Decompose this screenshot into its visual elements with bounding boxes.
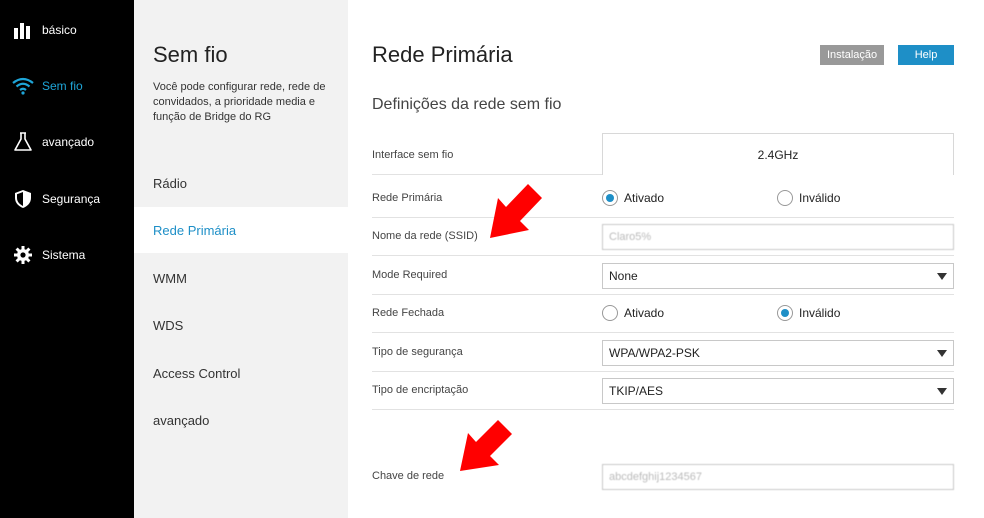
nav-item-sistema[interactable]: Sistema: [12, 243, 85, 267]
annotation-arrow-icon: [490, 184, 542, 238]
nav-item-label: avançado: [42, 135, 95, 149]
primary-network-row: Rede Primária Ativado Inválido: [372, 180, 954, 218]
gear-icon: [12, 244, 34, 266]
main-content: Rede Primária Instalação Help Definições…: [348, 0, 984, 518]
section-title: Definições da rede sem fio: [372, 96, 562, 113]
subnav-item-label: WMM: [153, 270, 187, 286]
annotation-arrow-icon: [460, 420, 512, 471]
chevron-down-icon: [937, 387, 947, 395]
subnav-item-access-control[interactable]: Access Control: [134, 350, 348, 396]
radio-unselected[interactable]: [777, 190, 793, 206]
page-title: Rede Primária: [372, 42, 513, 67]
sub-nav: Sem fio Você pode configurar rede, rede …: [134, 0, 348, 518]
nav-item-label: básico: [42, 23, 77, 37]
subnav-item-wmm[interactable]: WMM: [134, 255, 348, 301]
closed-network-label: Rede Fechada: [372, 307, 445, 319]
subnav-item-rede-primaria[interactable]: Rede Primária: [134, 207, 348, 253]
nav-item-seguranca[interactable]: Segurança: [12, 187, 100, 211]
security-type-row: Tipo de segurança WPA/WPA2-PSK: [372, 334, 954, 372]
closed-network-invalid-radio[interactable]: Inválido: [777, 305, 840, 321]
subnav-item-label: Rádio: [153, 175, 187, 191]
install-button[interactable]: Instalação: [820, 45, 885, 65]
primary-network-label: Rede Primária: [372, 192, 443, 204]
mode-required-label: Mode Required: [372, 269, 448, 281]
radio-selected[interactable]: [602, 190, 618, 206]
shield-icon: [12, 188, 34, 210]
security-type-select[interactable]: WPA/WPA2-PSK: [602, 340, 954, 366]
nav-item-avancado[interactable]: avançado: [12, 130, 94, 154]
radio-label: Inválido: [799, 191, 841, 205]
encryption-type-row: Tipo de encriptação TKIP/AES: [372, 372, 954, 410]
primary-network-enabled-radio[interactable]: Ativado: [602, 190, 664, 206]
subnav-item-label: Access Control: [153, 365, 241, 381]
closed-network-enabled-radio[interactable]: Ativado: [602, 305, 664, 321]
subnav-item-radio[interactable]: Rádio: [134, 160, 348, 206]
nav-item-sem-fio[interactable]: Sem fio: [12, 74, 83, 98]
security-type-label: Tipo de segurança: [372, 346, 463, 358]
network-key-label: Chave de rede: [372, 470, 445, 482]
select-value: None: [609, 269, 638, 283]
subnav-title: Sem fio: [153, 42, 228, 67]
ssid-row: Nome da rede (SSID): [372, 218, 954, 256]
ssid-input[interactable]: [602, 224, 954, 250]
subnav-item-avancado[interactable]: avançado: [134, 397, 348, 443]
network-key-input[interactable]: [602, 464, 954, 490]
primary-network-invalid-radio[interactable]: Inválido: [777, 190, 840, 206]
radio-label: Ativado: [624, 191, 665, 205]
nav-item-basico[interactable]: básico: [12, 18, 77, 42]
chevron-down-icon: [937, 272, 947, 280]
nav-item-label: Sem fio: [42, 79, 83, 93]
interface-value: 2.4GHz: [602, 133, 954, 175]
radio-unselected[interactable]: [602, 305, 618, 321]
subnav-item-wds[interactable]: WDS: [134, 302, 348, 348]
encryption-type-label: Tipo de encriptação: [372, 384, 469, 396]
subnav-description: Você pode configurar rede, rede de convi…: [153, 81, 326, 123]
subnav-item-label: avançado: [153, 412, 210, 428]
nav-item-label: Segurança: [42, 192, 101, 206]
ssid-label: Nome da rede (SSID): [372, 230, 478, 242]
bar-chart-icon: [12, 19, 34, 41]
radio-label: Inválido: [799, 306, 841, 320]
interface-label: Interface sem fio: [372, 149, 454, 161]
flask-icon: [12, 131, 34, 153]
radio-label: Ativado: [624, 306, 665, 320]
nav-item-label: Sistema: [42, 248, 86, 262]
subnav-item-label: WDS: [153, 317, 184, 333]
help-button[interactable]: Help: [898, 45, 954, 65]
chevron-down-icon: [937, 349, 947, 357]
encryption-type-select[interactable]: TKIP/AES: [602, 378, 954, 404]
select-value: TKIP/AES: [609, 384, 664, 398]
closed-network-row: Rede Fechada Ativado Inválido: [372, 295, 954, 333]
select-value: WPA/WPA2-PSK: [609, 346, 700, 360]
main-nav: básico Sem fio avançado Segurança Sistem…: [0, 0, 134, 518]
wifi-icon: [12, 75, 34, 97]
mode-required-select[interactable]: None: [602, 263, 954, 289]
subnav-item-label: Rede Primária: [153, 222, 237, 238]
mode-required-row: Mode Required None: [372, 257, 954, 295]
radio-selected[interactable]: [777, 305, 793, 321]
